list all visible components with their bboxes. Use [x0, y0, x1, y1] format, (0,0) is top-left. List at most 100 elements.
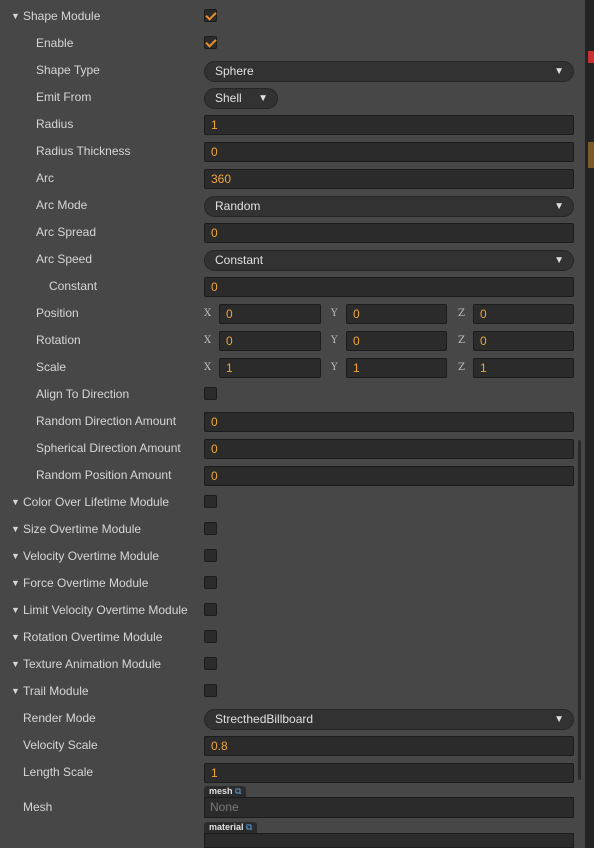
- align-to-direction-checkbox[interactable]: [204, 387, 217, 400]
- position-label: Position: [36, 306, 79, 320]
- adjacent-panel-edge: [585, 0, 594, 848]
- random-direction-amount-input[interactable]: 0: [204, 412, 574, 432]
- rotation-y-input[interactable]: 0: [346, 331, 447, 351]
- render-mode-label: Render Mode: [23, 711, 96, 725]
- arc-input[interactable]: 360: [204, 169, 574, 189]
- shape-module-header[interactable]: ▼ Shape Module: [0, 3, 576, 30]
- scale-row: Scale X 1 Y 1 Z 1: [0, 354, 576, 381]
- scale-label: Scale: [36, 360, 67, 374]
- emit-from-label: Emit From: [36, 90, 92, 104]
- module-title: Size Overtime Module: [23, 522, 142, 536]
- arc-speed-label: Arc Speed: [36, 252, 93, 266]
- expand-triangle-icon[interactable]: ▼: [11, 678, 20, 705]
- expand-triangle-icon[interactable]: ▼: [11, 543, 20, 570]
- position-y-input[interactable]: 0: [346, 304, 447, 324]
- arc-mode-row: Arc Mode Random ▼: [0, 192, 576, 219]
- module-checkbox[interactable]: [204, 522, 217, 535]
- position-z-input[interactable]: 0: [473, 304, 574, 324]
- arc-mode-dropdown[interactable]: Random ▼: [204, 196, 574, 217]
- length-scale-row: Length Scale 1: [0, 759, 576, 786]
- module-header[interactable]: ▼ Size Overtime Module: [0, 516, 576, 543]
- radius-thickness-label: Radius Thickness: [36, 144, 131, 158]
- external-link-icon[interactable]: ⧉: [246, 822, 252, 832]
- trail-module-checkbox[interactable]: [204, 684, 217, 697]
- module-checkbox[interactable]: [204, 549, 217, 562]
- dropdown-triangle-icon: ▼: [554, 66, 564, 77]
- velocity-scale-row: Velocity Scale 0.8: [0, 732, 576, 759]
- module-checkbox[interactable]: [204, 576, 217, 589]
- x-axis-label: X: [204, 362, 212, 373]
- emit-from-value: Shell: [215, 91, 242, 105]
- rotation-row: Rotation X 0 Y 0 Z 0: [0, 327, 576, 354]
- scale-x-input[interactable]: 1: [219, 358, 321, 378]
- expand-triangle-icon[interactable]: ▼: [11, 651, 20, 678]
- rotation-z-input[interactable]: 0: [473, 331, 574, 351]
- random-position-amount-input[interactable]: 0: [204, 466, 574, 486]
- inspector-panel: ▼ Shape Module Enable Shape Type Sphere …: [0, 0, 585, 848]
- emit-from-dropdown[interactable]: Shell ▼: [204, 88, 278, 109]
- mesh-label: Mesh: [23, 800, 53, 814]
- material-tag-label: material: [209, 822, 244, 832]
- arc-spread-label: Arc Spread: [36, 225, 97, 239]
- expand-triangle-icon[interactable]: ▼: [11, 489, 20, 516]
- expand-triangle-icon[interactable]: ▼: [11, 597, 20, 624]
- shape-type-value: Sphere: [215, 64, 254, 78]
- position-x-input[interactable]: 0: [219, 304, 321, 324]
- module-checkbox[interactable]: [204, 630, 217, 643]
- radius-label: Radius: [36, 117, 74, 131]
- align-to-direction-label: Align To Direction: [36, 387, 130, 401]
- enable-row: Enable: [0, 30, 576, 57]
- material-tag[interactable]: material ⧉: [204, 822, 258, 833]
- module-checkbox[interactable]: [204, 495, 217, 508]
- expand-triangle-icon[interactable]: ▼: [11, 570, 20, 597]
- arc-label: Arc: [36, 171, 54, 185]
- shape-module-checkbox[interactable]: [204, 9, 217, 22]
- shape-type-label: Shape Type: [36, 63, 100, 77]
- module-checkbox[interactable]: [204, 603, 217, 616]
- scale-y-input[interactable]: 1: [346, 358, 447, 378]
- radius-row: Radius 1: [0, 111, 576, 138]
- module-header[interactable]: ▼ Texture Animation Module: [0, 651, 576, 678]
- mesh-tag-label: mesh: [209, 786, 233, 796]
- y-axis-label: Y: [331, 335, 338, 346]
- radius-thickness-input[interactable]: 0: [204, 142, 574, 162]
- module-header[interactable]: ▼ Force Overtime Module: [0, 570, 576, 597]
- radius-input[interactable]: 1: [204, 115, 574, 135]
- length-scale-input[interactable]: 1: [204, 763, 574, 783]
- edge-marker: [588, 51, 594, 63]
- arc-spread-input[interactable]: 0: [204, 223, 574, 243]
- module-header[interactable]: ▼ Limit Velocity Overtime Module: [0, 597, 576, 624]
- render-mode-row: Render Mode StrecthedBillboard ▼: [0, 705, 576, 732]
- spherical-direction-amount-input[interactable]: 0: [204, 439, 574, 459]
- external-link-icon[interactable]: ⧉: [235, 786, 241, 796]
- arc-speed-dropdown[interactable]: Constant ▼: [204, 250, 574, 271]
- module-header[interactable]: ▼ Rotation Overtime Module: [0, 624, 576, 651]
- random-direction-amount-row: Random Direction Amount 0: [0, 408, 576, 435]
- render-mode-dropdown[interactable]: StrecthedBillboard ▼: [204, 709, 574, 730]
- rotation-x-input[interactable]: 0: [219, 331, 321, 351]
- scrollbar-thumb[interactable]: [578, 440, 581, 780]
- expand-triangle-icon[interactable]: ▼: [11, 3, 20, 30]
- shape-type-dropdown[interactable]: Sphere ▼: [204, 61, 574, 82]
- trail-module-header[interactable]: ▼ Trail Module: [0, 678, 576, 705]
- velocity-scale-input[interactable]: 0.8: [204, 736, 574, 756]
- arc-spread-row: Arc Spread 0: [0, 219, 576, 246]
- expand-triangle-icon[interactable]: ▼: [11, 624, 20, 651]
- radius-thickness-row: Radius Thickness 0: [0, 138, 576, 165]
- random-position-amount-row: Random Position Amount 0: [0, 462, 576, 489]
- enable-checkbox[interactable]: [204, 36, 217, 49]
- mesh-field[interactable]: None: [204, 797, 574, 818]
- module-checkbox[interactable]: [204, 657, 217, 670]
- material-field[interactable]: [204, 833, 574, 848]
- z-axis-label: Z: [458, 308, 465, 319]
- module-header[interactable]: ▼ Velocity Overtime Module: [0, 543, 576, 570]
- constant-input[interactable]: 0: [204, 277, 574, 297]
- rotation-label: Rotation: [36, 333, 81, 347]
- scale-z-input[interactable]: 1: [473, 358, 574, 378]
- trail-module-title: Trail Module: [23, 684, 89, 698]
- expand-triangle-icon[interactable]: ▼: [11, 516, 20, 543]
- edge-marker: [588, 142, 594, 168]
- module-title: Rotation Overtime Module: [23, 630, 163, 644]
- mesh-tag[interactable]: mesh ⧉: [204, 786, 247, 797]
- module-header[interactable]: ▼ Color Over Lifetime Module: [0, 489, 576, 516]
